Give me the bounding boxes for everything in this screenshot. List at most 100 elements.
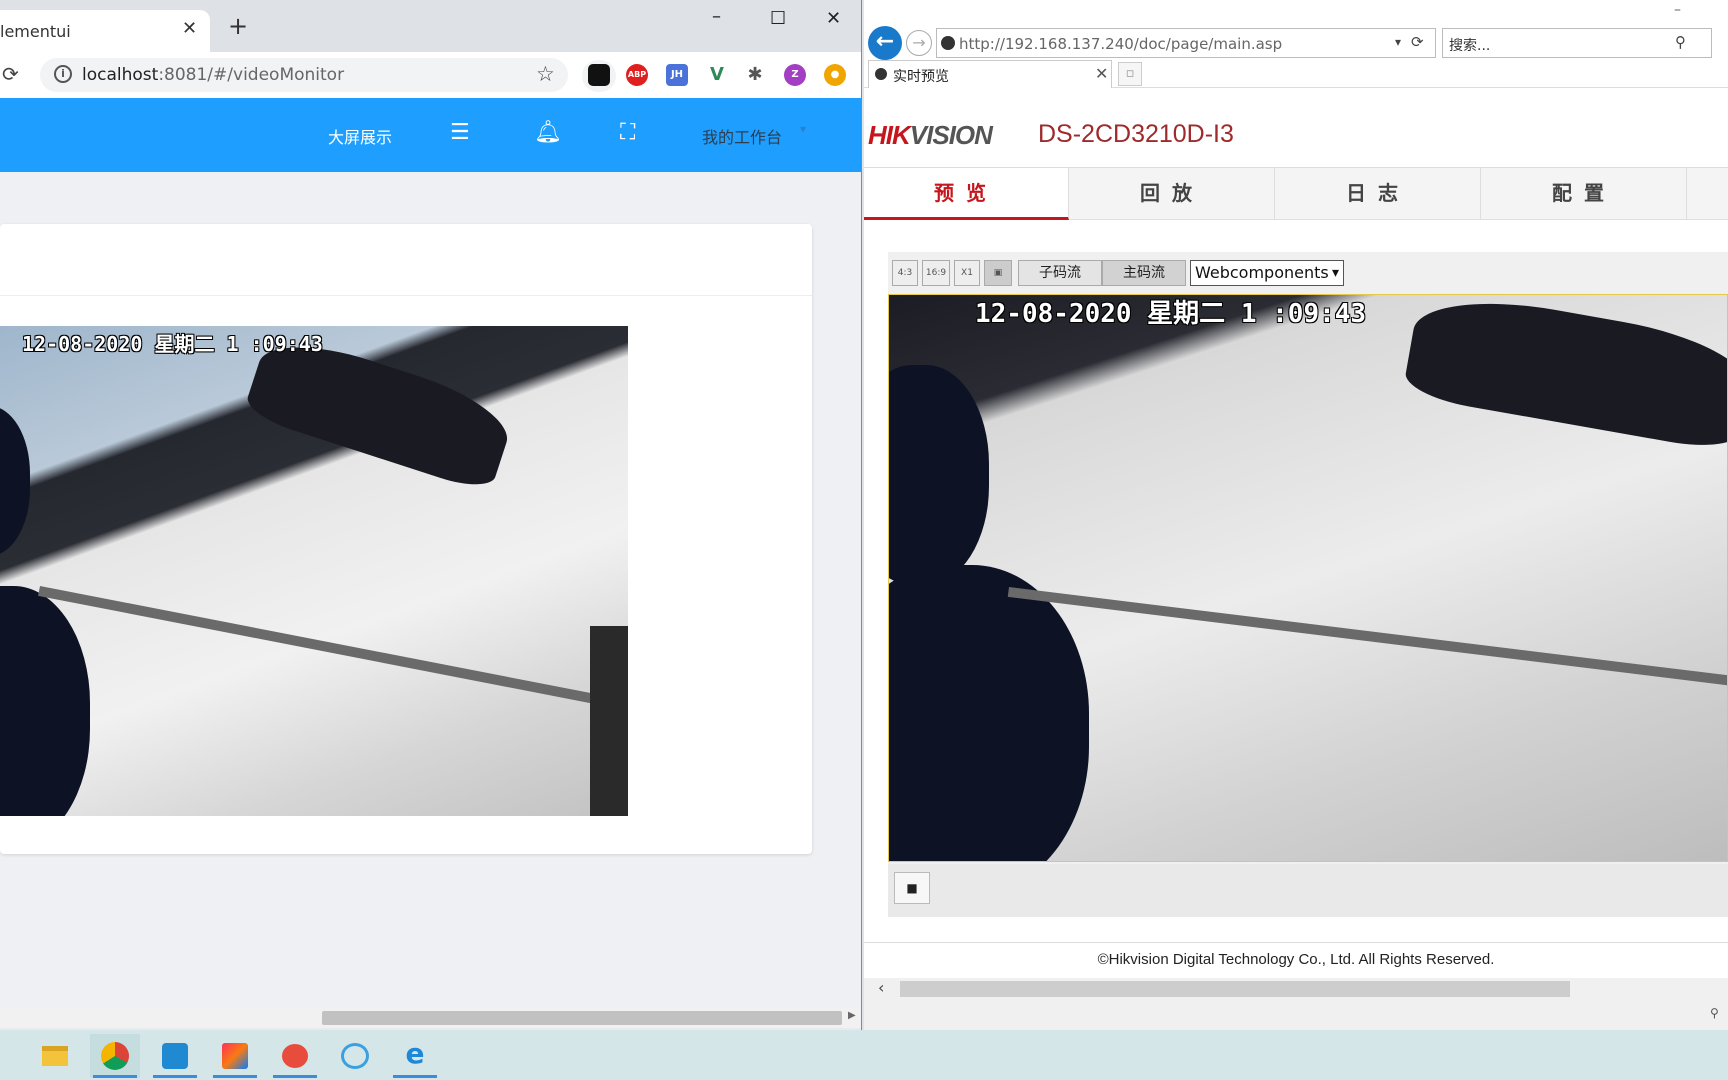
forward-arrow-icon[interactable]: → [906,30,932,56]
logo-hik: HIK [868,120,911,150]
extension-icon[interactable] [588,64,610,86]
active-indicator [393,1075,437,1078]
horizontal-scrollbar[interactable]: ▶ [0,1008,861,1028]
plugin-select[interactable]: Webcomponents ▾ [1190,260,1344,286]
snail-app-icon[interactable] [270,1034,320,1078]
page-icon [941,36,955,50]
horizontal-scrollbar[interactable]: ‹ [864,978,1728,1000]
profile-avatar[interactable]: Z [784,64,806,86]
ratio-4-3-button[interactable]: 4:3 [892,260,918,286]
new-tab-icon[interactable]: ▫ [1118,62,1142,86]
stop-button[interactable]: ■ [894,872,930,904]
chrome-tab-title: lementui [0,22,71,41]
hikvision-brand-bar: HIKVISION DS-2CD3210D-I3 [864,88,1728,168]
info-icon[interactable]: i [54,65,72,83]
address-bar[interactable]: i localhost:8081/#/videoMonitor ☆ [40,58,568,92]
chrome-tab[interactable]: lementui ✕ [0,10,210,52]
ie-url-path: /doc/page/main.asp [1133,35,1283,53]
back-arrow-icon[interactable]: ← [868,26,902,60]
ie-tab[interactable]: 实时预览 ✕ [868,60,1112,88]
app-header-bar: 大屏展示 ☰ 🔔︎ ⛶ 我的工作台 ▾ [0,98,861,172]
video-player[interactable]: 12-08-2020 星期二 1 :09:43 [0,326,628,816]
intellij-icon[interactable] [210,1034,260,1078]
update-icon[interactable]: ● [824,64,846,86]
close-icon[interactable]: ✕ [1095,64,1108,83]
menu-config[interactable]: 配置 [1482,168,1687,220]
menu-preview[interactable]: 预览 [864,168,1069,220]
ie-titlebar: – [864,0,1728,24]
dropdown-icon[interactable]: ▾ [1395,35,1401,49]
active-indicator [213,1075,257,1078]
network-app-icon[interactable] [330,1034,380,1078]
search-icon[interactable]: ⚲ [1675,33,1686,51]
reload-icon[interactable]: ⟳ [2,62,19,86]
mainstream-button[interactable]: 主码流 [1102,260,1186,286]
active-indicator [93,1075,137,1078]
scroll-right-icon[interactable]: ▶ [848,1010,856,1021]
active-indicator [153,1075,197,1078]
tab-favicon [875,68,887,80]
main-menu: 预览 回放 日志 配置 [864,168,1728,220]
ie-nav-row: ← → http://192.168.137.240/doc/page/main… [864,24,1728,60]
vue-devtools-icon[interactable]: V [706,64,728,86]
zoom-icon[interactable]: ⚲ [1710,1006,1719,1020]
chevron-down-icon: ▾ [1331,265,1339,281]
logo-vision: VISION [909,120,993,150]
url-path: :8081/#/videoMonitor [158,65,345,85]
scrollbar-thumb[interactable] [900,981,1570,997]
substream-button[interactable]: 子码流 [1018,260,1102,286]
chrome-icon[interactable] [90,1034,140,1078]
puzzle-icon[interactable]: ✱ [744,64,766,86]
main-content: 12-08-2020 星期二 1 :09:43 [0,172,861,1012]
ie-tab-title: 实时预览 [893,69,949,85]
taskbar: e [0,1030,1728,1080]
ie-search-box[interactable]: 搜索... ⚲ [1442,28,1712,58]
card-header [0,224,812,296]
page-footer: ©Hikvision Digital Technology Co., Ltd. … [864,942,1728,978]
close-icon[interactable]: ✕ [182,18,197,39]
vscode-icon[interactable] [150,1034,200,1078]
ie-window: – ← → http://192.168.137.240/doc/page/ma… [864,0,1728,1030]
ie-address-bar[interactable]: http://192.168.137.240/doc/page/main.asp… [936,28,1436,58]
ie-url: http://192.168.137.240/doc/page/main.asp [959,35,1282,53]
adblock-icon[interactable]: ABP [626,64,648,86]
video-card: 12-08-2020 星期二 1 :09:43 [0,224,812,854]
url-host: localhost [82,65,159,85]
ie-url-host: http://192.168.137.240 [959,35,1134,53]
chrome-tab-strip: lementui ✕ + – ☐ ✕ [0,0,861,52]
ratio-16-9-button[interactable]: 16:9 [922,260,950,286]
file-explorer-icon[interactable] [30,1034,80,1078]
menu-playback[interactable]: 回放 [1070,168,1275,220]
video-timestamp: 12-08-2020 星期二 1 :09:43 [22,332,323,356]
ie-tab-row: 实时预览 ✕ ▫ [864,60,1728,88]
copyright-text: ©Hikvision Digital Technology Co., Ltd. … [1097,951,1495,968]
bookmark-star-icon[interactable]: ☆ [536,62,555,86]
minimize-button[interactable]: – [712,6,721,27]
chevron-down-icon[interactable]: ▾ [800,122,806,136]
menu-log[interactable]: 日志 [1276,168,1481,220]
refresh-icon[interactable]: ⟳ [1411,33,1424,51]
ratio-x1-button[interactable]: X1 [954,260,980,286]
chrome-toolbar: ⟳ i localhost:8081/#/videoMonitor ☆ ABP … [0,52,861,98]
new-tab-button[interactable]: + [228,14,248,38]
search-placeholder: 搜索... [1449,38,1491,54]
internet-explorer-icon[interactable]: e [390,1034,440,1078]
maximize-button[interactable]: ☐ [770,8,786,29]
minimize-button[interactable]: – [1674,2,1681,18]
camera-model: DS-2CD3210D-I3 [1038,120,1234,148]
close-window-button[interactable]: ✕ [826,8,841,29]
ie-video-player[interactable]: 12-08-2020 星期二 1 :09:43 [888,294,1728,862]
scroll-left-icon[interactable]: ‹ [878,978,884,997]
workbench-dropdown[interactable]: 我的工作台 [702,124,782,148]
fullscreen-icon[interactable]: ⛶ [620,120,635,145]
fullscreen-view-button[interactable]: ▣ [984,260,1012,286]
active-indicator [273,1075,317,1078]
video-timestamp: 12-08-2020 星期二 1 :09:43 [975,299,1367,329]
bell-icon[interactable]: 🔔︎ [534,120,562,145]
bigscreen-link[interactable]: 大屏展示 [328,124,392,148]
menu-icon[interactable]: ☰ [450,120,470,145]
jh-extension-icon[interactable]: JH [666,64,688,86]
chrome-window: lementui ✕ + – ☐ ✕ ⟳ i localhost:8081/#/… [0,0,862,1030]
status-bar: ⚲ [864,1000,1728,1030]
scrollbar-thumb[interactable] [322,1011,842,1025]
